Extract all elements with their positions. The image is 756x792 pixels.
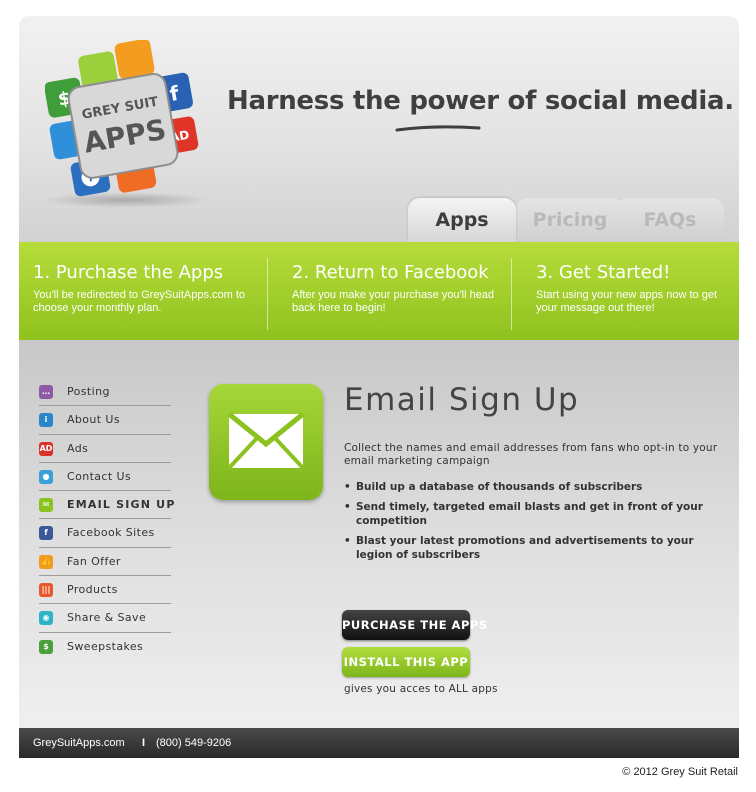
step-title: 3. Get Started! xyxy=(536,262,671,283)
sidebar-item-label: Contact Us xyxy=(67,469,132,483)
feature-list: Build up a database of thousands of subs… xyxy=(344,480,729,568)
facebook-icon: f xyxy=(39,526,53,541)
thumbs-up-icon: 👍 xyxy=(39,554,53,569)
headline-power: power xyxy=(409,86,499,116)
footer-site-link[interactable]: GreySuitApps.com xyxy=(33,728,125,758)
step-purchase: 1. Purchase the Apps You'll be redirecte… xyxy=(33,262,263,315)
feature-item: Blast your latest promotions and adverti… xyxy=(344,534,729,562)
step-text: You'll be redirected to GreySuitApps.com… xyxy=(33,289,246,314)
sidebar-item-label: Share & Save xyxy=(67,611,147,625)
step-text: After you make your purchase you'll head… xyxy=(292,289,495,314)
envelope-icon: ✉ xyxy=(39,498,53,513)
sidebar-item[interactable]: 👍 Fan Offer xyxy=(39,548,171,577)
footer-phone: (800) 549-9206 xyxy=(156,737,232,749)
feature-item: Send timely, targeted email blasts and g… xyxy=(344,500,729,528)
step-get-started: 3. Get Started! Start using your new app… xyxy=(536,262,736,315)
tab-apps[interactable]: Apps xyxy=(408,198,516,242)
app-sidebar: … Posting i About Us AD Ads ● Contact Us ✉ EMAIL … xyxy=(39,378,174,661)
sidebar-item[interactable]: ● Contact Us xyxy=(39,463,171,492)
install-note: gives you acces to ALL apps xyxy=(344,683,498,695)
info-icon: i xyxy=(39,413,53,428)
sidebar-item-label: Sweepstakes xyxy=(67,639,144,653)
footer-separator: I xyxy=(142,737,146,749)
sidebar-item[interactable]: f Facebook Sites xyxy=(39,519,171,548)
headline-before: Harness the xyxy=(227,86,410,116)
ad-icon: AD xyxy=(39,441,53,456)
install-app-button[interactable]: INSTALL THIS APP xyxy=(342,647,470,677)
grey-suit-apps-logo[interactable]: $ f AD i GREY SUIT APPS xyxy=(45,40,199,200)
steps-banner: 1. Purchase the Apps You'll be redirecte… xyxy=(19,242,739,340)
feature-item: Build up a database of thousands of subs… xyxy=(344,480,729,494)
speech-bubble-icon: … xyxy=(39,385,53,399)
sidebar-item-label: Posting xyxy=(67,385,110,398)
header: $ f AD i GREY SUIT APPS Harness the powe… xyxy=(19,16,739,242)
email-app-icon xyxy=(209,384,323,500)
footer-bar: GreySuitApps.com I (800) 549-9206 xyxy=(19,728,739,758)
barcode-icon: ||| xyxy=(39,583,53,598)
step-divider xyxy=(511,258,512,330)
sidebar-item[interactable]: ✉ EMAIL SIGN UP xyxy=(39,491,174,520)
sidebar-item[interactable]: $ Sweepstakes xyxy=(39,633,171,661)
purchase-apps-button[interactable]: PURCHASE THE APPS xyxy=(342,610,487,640)
sidebar-item[interactable]: i About Us xyxy=(39,406,171,435)
step-title: 2. Return to Facebook xyxy=(292,262,489,283)
headline-after: of social media. xyxy=(498,86,735,116)
copyright: © 2012 Grey Suit Retail xyxy=(622,766,738,778)
step-text: Start using your new apps now to get you… xyxy=(536,289,717,314)
sidebar-item-label: Products xyxy=(67,583,118,597)
headline: Harness the power of social media. xyxy=(227,86,734,116)
page-frame: $ f AD i GREY SUIT APPS Harness the powe… xyxy=(19,16,739,758)
sidebar-item-label: EMAIL SIGN UP xyxy=(67,498,176,512)
sidebar-item-label: Facebook Sites xyxy=(67,526,155,540)
sidebar-item-label: Ads xyxy=(67,441,89,455)
sidebar-item[interactable]: ◉ Share & Save xyxy=(39,604,171,633)
app-title: Email Sign Up xyxy=(344,382,580,418)
sidebar-item-label: About Us xyxy=(67,413,121,427)
app-description: Collect the names and email addresses fr… xyxy=(344,442,718,467)
camera-icon: ◉ xyxy=(39,611,53,626)
envelope-icon xyxy=(227,412,305,470)
main-content: … Posting i About Us AD Ads ● Contact Us ✉ EMAIL … xyxy=(19,340,739,728)
step-title: 1. Purchase the Apps xyxy=(33,262,224,283)
tab-pricing[interactable]: Pricing xyxy=(516,198,624,242)
sidebar-item[interactable]: AD Ads xyxy=(39,435,171,463)
sidebar-item-label: Fan Offer xyxy=(67,554,121,568)
power-underline xyxy=(395,125,481,132)
sidebar-item[interactable]: ||| Products xyxy=(39,576,171,605)
map-pin-icon: ● xyxy=(39,469,53,484)
dollar-icon: $ xyxy=(39,639,53,654)
tab-faqs[interactable]: FAQs xyxy=(616,198,724,242)
step-divider xyxy=(267,258,268,330)
step-return: 2. Return to Facebook After you make you… xyxy=(292,262,502,315)
sidebar-item[interactable]: … Posting xyxy=(39,378,171,407)
